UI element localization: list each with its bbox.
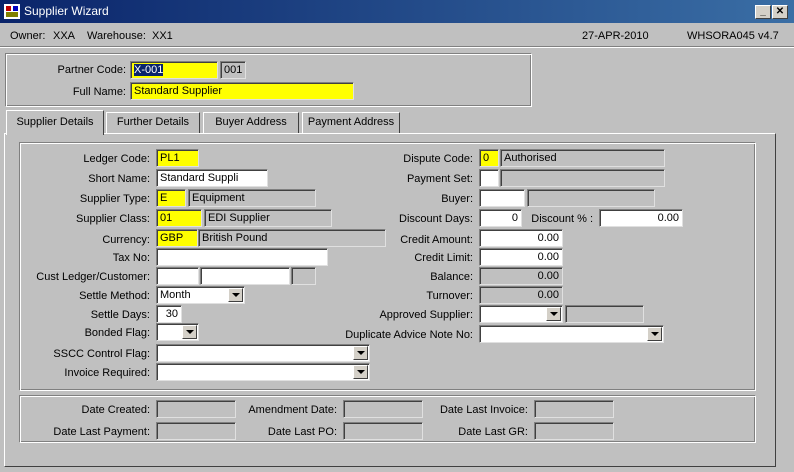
payment-set-field[interactable] xyxy=(479,169,499,187)
ledger-code-field[interactable]: PL1 xyxy=(156,149,199,167)
warehouse-value: XX1 xyxy=(152,30,173,42)
duplicate-advice-select[interactable] xyxy=(479,325,664,343)
turnover-value: 0.00 xyxy=(479,286,563,304)
invoice-required-label: Invoice Required: xyxy=(64,367,150,379)
discount-pct-label: Discount % : xyxy=(531,213,593,225)
duplicate-advice-label: Duplicate Advice Note No: xyxy=(345,329,473,341)
customer-field[interactable] xyxy=(200,267,290,285)
date-last-gr-value xyxy=(534,422,614,440)
credit-amount-field[interactable]: 0.00 xyxy=(479,229,563,247)
chevron-down-icon[interactable] xyxy=(353,365,368,379)
credit-limit-field[interactable]: 0.00 xyxy=(479,248,563,266)
supplier-class-label: Supplier Class: xyxy=(76,213,150,225)
partner-code-field[interactable]: X-001 xyxy=(130,61,218,79)
info-bar: Owner: XXA Warehouse: XX1 27-APR-2010 WH… xyxy=(0,26,794,44)
date-created-value xyxy=(156,400,236,418)
supplier-type-label: Supplier Type: xyxy=(79,193,150,205)
amendment-date-value xyxy=(343,400,423,418)
current-date: 27-APR-2010 xyxy=(582,30,649,42)
buyer-desc xyxy=(527,189,655,207)
partner-code-label: Partner Code: xyxy=(57,64,126,76)
short-name-field[interactable]: Standard Suppli xyxy=(156,169,268,187)
sscc-control-select[interactable] xyxy=(156,344,370,362)
settle-method-select[interactable]: Month xyxy=(156,286,245,304)
full-name-field[interactable]: Standard Supplier xyxy=(130,82,354,100)
chevron-down-icon[interactable] xyxy=(228,288,243,302)
tax-no-label: Tax No: xyxy=(112,252,150,264)
customer-desc xyxy=(291,267,316,285)
balance-value: 0.00 xyxy=(479,267,563,285)
credit-limit-label: Credit Limit: xyxy=(414,252,473,264)
app-icon xyxy=(4,4,20,19)
owner-label: Owner: xyxy=(10,30,46,42)
cust-ledger-field[interactable] xyxy=(156,267,199,285)
partner-code-value: X-001 xyxy=(134,64,164,76)
divider xyxy=(0,46,794,48)
title-bar: Supplier Wizard _ ✕ xyxy=(0,0,794,23)
supplier-class-field[interactable]: 01 xyxy=(156,209,202,227)
dispute-code-label: Dispute Code: xyxy=(403,153,473,165)
supplier-type-desc: Equipment xyxy=(188,189,316,207)
balance-label: Balance: xyxy=(430,271,473,283)
approved-supplier-desc xyxy=(565,305,644,323)
tab-payment-address[interactable]: Payment Address xyxy=(302,112,400,133)
chevron-down-icon[interactable] xyxy=(647,327,662,341)
tab-buyer-address[interactable]: Buyer Address xyxy=(203,112,299,133)
tab-supplier-details[interactable]: Supplier Details xyxy=(6,110,104,135)
settle-method-value: Month xyxy=(160,289,191,301)
currency-field[interactable]: GBP xyxy=(156,229,198,247)
payment-set-label: Payment Set: xyxy=(406,173,473,185)
sscc-control-label: SSCC Control Flag: xyxy=(53,348,150,360)
version: v4.7 xyxy=(758,30,779,42)
chevron-down-icon[interactable] xyxy=(182,325,197,339)
date-last-po-value xyxy=(343,422,423,440)
date-last-gr-label: Date Last GR: xyxy=(458,426,528,438)
date-last-po-label: Date Last PO: xyxy=(267,426,337,438)
buyer-label: Buyer: xyxy=(441,193,473,205)
close-button[interactable]: ✕ xyxy=(772,5,788,19)
dispute-code-field[interactable]: 0 xyxy=(479,149,499,167)
approved-supplier-label: Approved Supplier: xyxy=(379,309,473,321)
credit-amount-label: Credit Amount: xyxy=(400,234,473,246)
discount-days-label: Discount Days: xyxy=(399,213,473,225)
currency-label: Currency: xyxy=(102,234,150,246)
turnover-label: Turnover: xyxy=(426,290,473,302)
date-last-payment-value xyxy=(156,422,236,440)
partner-code-suffix: 001 xyxy=(220,61,246,79)
warehouse-label: Warehouse: xyxy=(87,30,146,42)
amendment-date-label: Amendment Date: xyxy=(248,404,337,416)
minimize-button[interactable]: _ xyxy=(755,5,771,19)
buyer-field[interactable] xyxy=(479,189,525,207)
supplier-class-desc: EDI Supplier xyxy=(204,209,332,227)
screen-id: WHSORA045 xyxy=(687,30,755,42)
full-name-label: Full Name: xyxy=(72,86,126,98)
settle-days-field[interactable]: 30 xyxy=(156,305,182,323)
bonded-flag-label: Bonded Flag: xyxy=(84,327,150,339)
discount-days-field[interactable]: 0 xyxy=(479,209,522,227)
date-last-invoice-label: Date Last Invoice: xyxy=(439,404,528,416)
invoice-required-select[interactable] xyxy=(156,363,370,381)
date-created-label: Date Created: xyxy=(81,404,150,416)
supplier-type-field[interactable]: E xyxy=(156,189,186,207)
date-last-invoice-value xyxy=(534,400,614,418)
settle-method-label: Settle Method: xyxy=(79,290,150,302)
settle-days-label: Settle Days: xyxy=(90,309,150,321)
discount-pct-field[interactable]: 0.00 xyxy=(599,209,683,227)
chevron-down-icon[interactable] xyxy=(546,307,561,321)
window-title: Supplier Wizard xyxy=(24,4,109,18)
owner-value: XXA xyxy=(53,30,76,42)
approved-supplier-select[interactable] xyxy=(479,305,563,323)
bonded-flag-select[interactable] xyxy=(156,323,199,341)
payment-set-desc xyxy=(500,169,665,187)
dispute-code-desc: Authorised xyxy=(500,149,665,167)
tab-further-details[interactable]: Further Details xyxy=(106,112,200,133)
date-last-payment-label: Date Last Payment: xyxy=(53,426,150,438)
short-name-label: Short Name: xyxy=(88,173,150,185)
cust-ledger-label: Cust Ledger/Customer: xyxy=(36,271,150,283)
chevron-down-icon[interactable] xyxy=(353,346,368,360)
tax-no-field[interactable] xyxy=(156,248,328,266)
ledger-code-label: Ledger Code: xyxy=(83,153,150,165)
